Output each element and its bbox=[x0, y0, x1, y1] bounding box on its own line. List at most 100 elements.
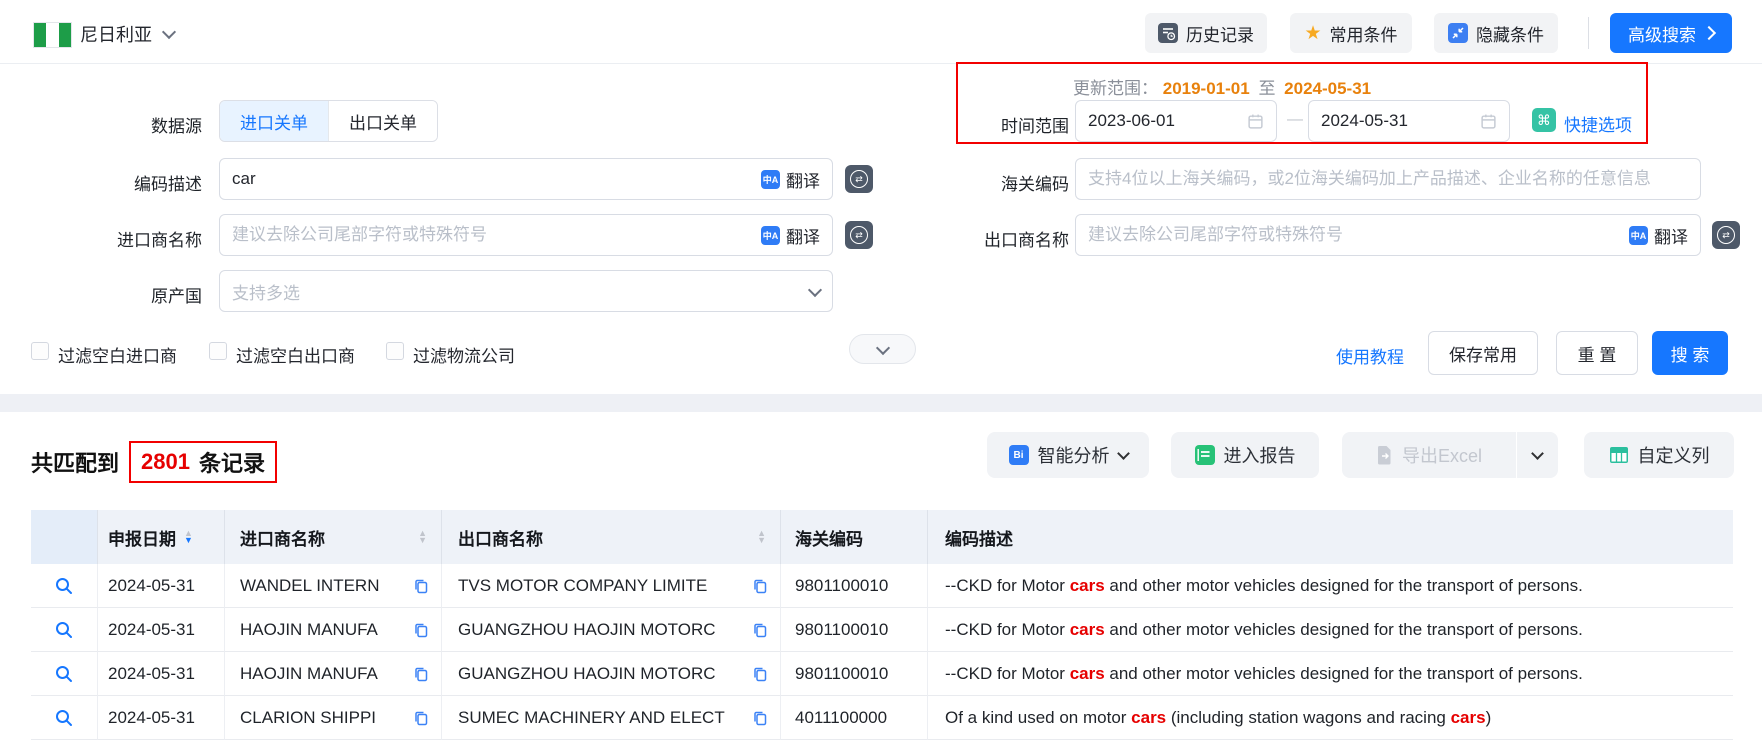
column-header-1[interactable]: 申报日期 ▲▼ bbox=[98, 510, 225, 564]
column-header-5: 编码描述 bbox=[928, 510, 1733, 564]
customize-columns-label: 自定义列 bbox=[1638, 442, 1710, 468]
start-date-input[interactable] bbox=[1088, 111, 1247, 131]
history-button[interactable]: 历史记录 bbox=[1145, 13, 1267, 53]
end-date-input[interactable] bbox=[1321, 111, 1480, 131]
cell-code-description: --CKD for Motor cars and other motor veh… bbox=[928, 608, 1733, 652]
smart-analysis-button[interactable]: Bi 智能分析 bbox=[987, 432, 1149, 478]
keyword-highlight: cars bbox=[1070, 620, 1105, 640]
hs-code-field bbox=[1075, 158, 1701, 200]
exporter-name-text: GUANGZHOU HAOJIN MOTORC bbox=[458, 664, 716, 684]
collapse-form-button[interactable] bbox=[849, 334, 916, 364]
cell-declaration-date: 2024-05-31 bbox=[98, 608, 225, 652]
copy-icon[interactable] bbox=[752, 710, 768, 726]
origin-country-select[interactable]: 支持多选 bbox=[219, 270, 833, 312]
cell-exporter-name: SUMEC MACHINERY AND ELECT bbox=[442, 696, 781, 740]
quick-options-icon: ⌘ bbox=[1532, 108, 1556, 132]
copy-icon[interactable] bbox=[413, 622, 429, 638]
enter-report-button[interactable]: 进入报告 bbox=[1171, 432, 1319, 478]
sort-carets-icon[interactable]: ▲▼ bbox=[757, 530, 766, 544]
export-options-button[interactable] bbox=[1517, 432, 1558, 478]
advanced-search-button[interactable]: 高级搜索 bbox=[1610, 13, 1732, 53]
importer-name-text: CLARION SHIPPI bbox=[240, 708, 376, 728]
cell-exporter-name: GUANGZHOU HAOJIN MOTORC bbox=[442, 608, 781, 652]
copy-icon[interactable] bbox=[752, 578, 768, 594]
fuzzy-search-toggle[interactable]: ⇄ bbox=[845, 165, 873, 193]
keyword-highlight: cars bbox=[1070, 576, 1105, 596]
cell-code-description: Of a kind used on motor cars (including … bbox=[928, 696, 1733, 740]
start-date-field bbox=[1075, 100, 1277, 142]
tab-export-declarations[interactable]: 出口关单 bbox=[328, 101, 437, 141]
translate-icon: 中A bbox=[1629, 226, 1648, 245]
swap-arrows-icon: ⇄ bbox=[850, 226, 868, 244]
save-common-button[interactable]: 保存常用 bbox=[1428, 331, 1538, 375]
customize-columns-button[interactable]: 自定义列 bbox=[1584, 432, 1734, 478]
translate-label: 翻译 bbox=[1654, 223, 1688, 248]
tutorial-link[interactable]: 使用教程 bbox=[1336, 343, 1404, 368]
translate-button[interactable]: 中A 翻译 bbox=[761, 167, 820, 192]
copy-icon[interactable] bbox=[413, 710, 429, 726]
cell-declaration-date: 2024-05-31 bbox=[98, 696, 225, 740]
origin-placeholder: 支持多选 bbox=[232, 279, 300, 304]
section-separator bbox=[0, 394, 1762, 412]
export-excel-button[interactable]: 导出Excel bbox=[1342, 432, 1516, 478]
importer-name-text: WANDEL INTERN bbox=[240, 576, 379, 596]
view-detail-magnifier-icon[interactable] bbox=[54, 664, 74, 684]
reset-button[interactable]: 重 置 bbox=[1556, 331, 1638, 375]
column-label: 申报日期 bbox=[108, 525, 176, 550]
enter-report-label: 进入报告 bbox=[1224, 442, 1296, 468]
cell-importer-name: HAOJIN MANUFA bbox=[225, 608, 442, 652]
column-header-2[interactable]: 进口商名称 ▲▼ bbox=[225, 510, 442, 564]
code-description-label: 编码描述 bbox=[60, 170, 202, 195]
export-excel-label: 导出Excel bbox=[1402, 442, 1482, 468]
view-detail-magnifier-icon[interactable] bbox=[54, 708, 74, 728]
column-label: 进口商名称 bbox=[240, 525, 325, 550]
importer-name-field: 中A 翻译 bbox=[219, 214, 833, 256]
tab-import-declarations[interactable]: 进口关单 bbox=[220, 101, 328, 141]
match-count: 2801 bbox=[141, 449, 190, 475]
hide-conditions-button[interactable]: 隐藏条件 bbox=[1434, 13, 1558, 53]
copy-icon[interactable] bbox=[413, 578, 429, 594]
fuzzy-search-toggle[interactable]: ⇄ bbox=[845, 221, 873, 249]
favorites-button[interactable]: ★ 常用条件 bbox=[1290, 13, 1412, 53]
fuzzy-search-toggle[interactable]: ⇄ bbox=[1712, 221, 1740, 249]
search-button[interactable]: 搜 索 bbox=[1652, 331, 1728, 375]
cell-declaration-date: 2024-05-31 bbox=[98, 652, 225, 696]
results-summary: 共匹配到 2801 条记录 bbox=[31, 441, 277, 483]
importer-name-text: HAOJIN MANUFA bbox=[240, 620, 378, 640]
update-range-line: 更新范围： 2019-01-01 至 2024-05-31 bbox=[1073, 74, 1371, 99]
history-button-label: 历史记录 bbox=[1186, 21, 1254, 46]
bi-analysis-icon: Bi bbox=[1009, 445, 1029, 465]
exporter-name-text: SUMEC MACHINERY AND ELECT bbox=[458, 708, 725, 728]
time-range-label: 时间范围 bbox=[927, 112, 1069, 137]
topbar-divider bbox=[1588, 17, 1589, 49]
view-detail-magnifier-icon[interactable] bbox=[54, 620, 74, 640]
update-range-to: 至 bbox=[1258, 79, 1275, 98]
update-range-start: 2019-01-01 bbox=[1163, 79, 1250, 98]
translate-button[interactable]: 中A 翻译 bbox=[761, 223, 820, 248]
hs-code-input[interactable] bbox=[1088, 169, 1688, 189]
sort-carets-icon[interactable]: ▲▼ bbox=[184, 530, 193, 544]
cell-importer-name: CLARION SHIPPI bbox=[225, 696, 442, 740]
country-chevron-down-icon[interactable] bbox=[162, 25, 176, 39]
filter-blank-exporter-checkbox[interactable] bbox=[209, 342, 227, 360]
copy-icon[interactable] bbox=[413, 666, 429, 682]
country-selector-label[interactable]: 尼日利亚 bbox=[80, 21, 152, 47]
filter-logistics-checkbox[interactable] bbox=[386, 342, 404, 360]
table-body: 2024-05-31WANDEL INTERNTVS MOTOR COMPANY… bbox=[31, 564, 1733, 740]
view-detail-magnifier-icon[interactable] bbox=[54, 576, 74, 596]
sort-carets-icon[interactable]: ▲▼ bbox=[418, 530, 427, 544]
update-range-end: 2024-05-31 bbox=[1284, 79, 1371, 98]
exporter-name-input[interactable] bbox=[1088, 225, 1629, 245]
copy-icon[interactable] bbox=[752, 622, 768, 638]
column-header-3[interactable]: 出口商名称▲▼ bbox=[442, 510, 781, 564]
results-table: 申报日期▲▼进口商名称▲▼出口商名称▲▼海关编码编码描述 2024-05-31W… bbox=[31, 510, 1733, 742]
quick-options-link[interactable]: 快捷选项 bbox=[1564, 111, 1632, 136]
importer-name-input[interactable] bbox=[232, 225, 761, 245]
translate-button[interactable]: 中A 翻译 bbox=[1629, 223, 1688, 248]
cell-declaration-date: 2024-05-31 bbox=[98, 564, 225, 608]
cell-code-description: --CKD for Motor cars and other motor veh… bbox=[928, 564, 1733, 608]
hs-code-label: 海关编码 bbox=[927, 170, 1069, 195]
copy-icon[interactable] bbox=[752, 666, 768, 682]
filter-blank-importer-checkbox[interactable] bbox=[31, 342, 49, 360]
code-description-input[interactable] bbox=[232, 169, 761, 189]
